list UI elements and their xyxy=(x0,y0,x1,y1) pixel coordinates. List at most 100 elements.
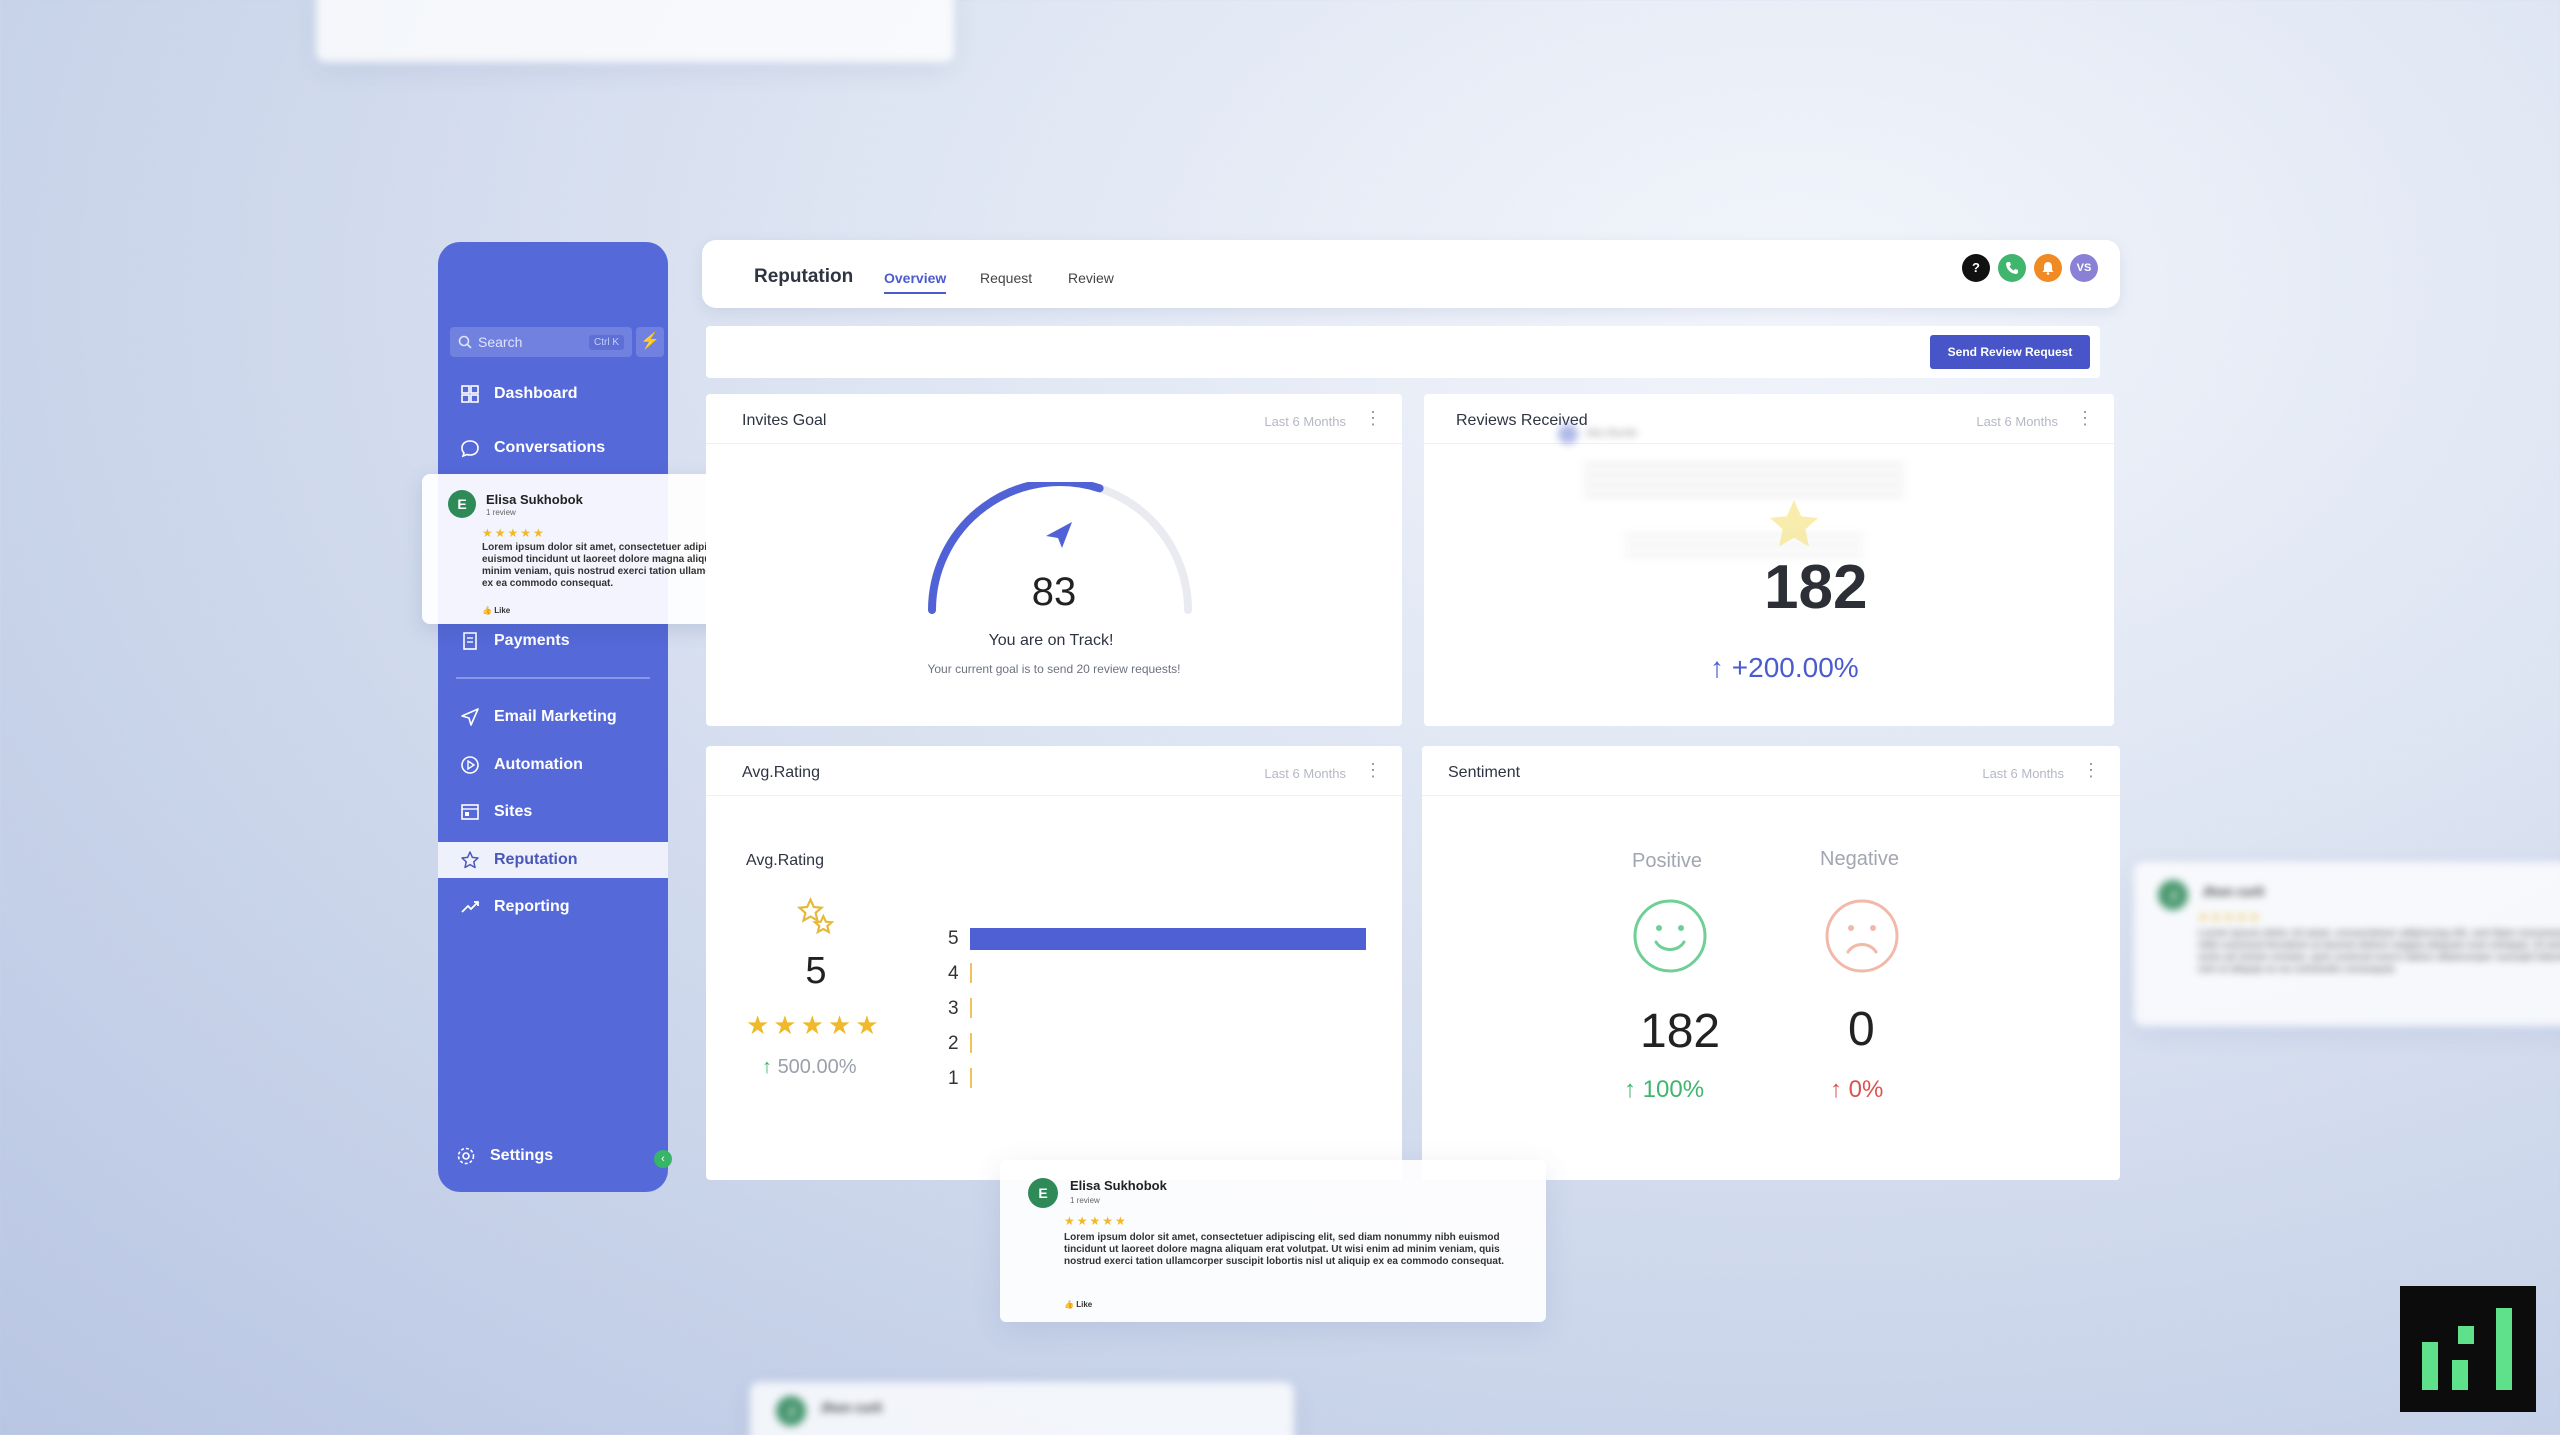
sidebar-item-conversations[interactable]: Conversations xyxy=(438,430,668,466)
send-icon xyxy=(461,708,479,726)
help-button[interactable]: ? xyxy=(1962,254,1990,282)
reviewer-avatar xyxy=(1558,424,1578,444)
reviewer-name: Alex Bumbi xyxy=(1586,428,1637,439)
goal-caption: Your current goal is to send 20 review r… xyxy=(927,662,1181,676)
rating-tick-label: 1 xyxy=(948,1068,959,1089)
negative-label: Negative xyxy=(1820,848,1899,870)
sidebar: Search Ctrl K ⚡ Dashboard Conversations … xyxy=(438,242,672,1192)
date-range[interactable]: Last 6 Months xyxy=(1982,766,2064,781)
reviewer-name: Jhon curli xyxy=(820,1400,883,1415)
change-value: +200.00% xyxy=(1731,652,1859,683)
like-label: Like xyxy=(494,606,511,615)
sidebar-item-settings[interactable]: Settings xyxy=(438,1138,668,1174)
avg-rating-change: ↑ 500.00% xyxy=(762,1056,857,1079)
date-range[interactable]: Last 6 Months xyxy=(1264,414,1346,429)
bar-logo-icon xyxy=(2422,1308,2512,1390)
user-avatar[interactable]: VS xyxy=(2070,254,2098,282)
thumbs-up-icon: 👍 xyxy=(482,606,492,615)
chevron-left-icon: ‹ xyxy=(661,1153,665,1165)
change-value: 0% xyxy=(1848,1076,1884,1103)
sidebar-item-dashboard[interactable]: Dashboard xyxy=(438,376,668,412)
paper-plane-icon xyxy=(1046,522,1072,548)
date-range[interactable]: Last 6 Months xyxy=(1264,766,1346,781)
negative-value: 0 xyxy=(1848,1003,1875,1056)
dashboard-icon xyxy=(461,385,479,403)
rating-tick-label: 5 xyxy=(948,928,959,949)
rating-bar xyxy=(970,1033,972,1053)
positive-value: 182 xyxy=(1640,1005,1721,1058)
top-bar: Reputation Overview Request Review ? VS xyxy=(702,240,2120,308)
stars-badge-icon xyxy=(796,896,835,935)
quick-add-button[interactable]: ⚡ xyxy=(636,327,664,357)
review-text: Lorem ipsum dolor sit amet, consectetuer… xyxy=(1064,1232,1505,1267)
card-header: Sentiment Last 6 Months ⋮ xyxy=(1422,746,2120,796)
sidebar-item-reputation[interactable]: Reputation xyxy=(438,842,668,878)
search-placeholder: Search xyxy=(478,334,523,350)
sidebar-divider xyxy=(456,677,650,679)
phone-button[interactable] xyxy=(1998,254,2026,282)
star-badge-icon xyxy=(1770,500,1818,547)
tab-overview[interactable]: Overview xyxy=(884,270,947,294)
action-bar: Send Review Request xyxy=(706,326,2100,378)
reviewer-avatar: E xyxy=(1028,1178,1058,1208)
reviewer-avatar: J xyxy=(2158,880,2188,910)
sites-icon xyxy=(461,804,479,820)
sidebar-item-label: Sites xyxy=(494,803,533,820)
rating-bar xyxy=(970,998,972,1018)
arrow-up-icon: ↑ xyxy=(762,1056,772,1078)
background-review-card-bottom: J Jhon curli xyxy=(750,1382,1294,1435)
sidebar-item-label: Settings xyxy=(490,1147,554,1164)
reviewer-review-count: 1 review xyxy=(1070,1196,1100,1205)
rating-bar xyxy=(970,928,1366,950)
avg-rating-subtitle: Avg.Rating xyxy=(746,852,824,869)
background-review-card-top xyxy=(316,0,954,62)
date-range[interactable]: Last 6 Months xyxy=(1976,414,2058,429)
star-icon xyxy=(461,851,479,869)
automation-icon xyxy=(461,756,479,774)
send-review-request-button[interactable]: Send Review Request xyxy=(1930,335,2090,369)
search-input[interactable]: Search Ctrl K xyxy=(450,327,632,357)
reviews-received-change: ↑ +200.00% xyxy=(1710,652,1859,684)
brand-logo xyxy=(2400,1286,2536,1412)
card-title: Invites Goal xyxy=(742,412,827,429)
notifications-button[interactable] xyxy=(2034,254,2062,282)
invites-goal-card: Invites Goal Last 6 Months ⋮ 83 You are … xyxy=(706,394,1402,726)
like-button[interactable]: 👍 Like xyxy=(482,606,510,615)
sad-face-icon xyxy=(1825,899,1899,973)
negative-change: ↑ 0% xyxy=(1830,1076,1883,1104)
rating-bar xyxy=(970,1068,972,1088)
arrow-up-icon: ↑ xyxy=(1624,1076,1636,1103)
sidebar-item-automation[interactable]: Automation xyxy=(438,747,668,783)
sidebar-item-label: Dashboard xyxy=(494,385,578,402)
sidebar-item-reporting[interactable]: Reporting xyxy=(438,889,668,925)
sidebar-item-label: Conversations xyxy=(494,439,606,456)
avg-rating-value: 5 xyxy=(805,950,827,992)
sidebar-item-label: Reporting xyxy=(494,898,570,915)
rating-tick-label: 4 xyxy=(948,963,959,984)
rating-stars: ★★★★★ xyxy=(2198,910,2262,924)
more-options-icon[interactable]: ⋮ xyxy=(2076,408,2094,429)
sidebar-item-payments[interactable]: Payments xyxy=(438,623,668,659)
phone-icon xyxy=(2006,262,2018,274)
more-options-icon[interactable]: ⋮ xyxy=(2082,760,2100,781)
like-button[interactable]: 👍 Like xyxy=(1064,1300,1092,1309)
sidebar-item-email-marketing[interactable]: Email Marketing xyxy=(438,699,668,735)
review-text: Lorem ipsum dolor sit amet, consectetuer… xyxy=(2198,928,2560,975)
more-options-icon[interactable]: ⋮ xyxy=(1364,760,1382,781)
change-value: 500.00% xyxy=(777,1056,857,1078)
card-title: Sentiment xyxy=(1448,764,1521,781)
arrow-up-icon: ↑ xyxy=(1830,1076,1842,1103)
chat-icon xyxy=(461,440,479,458)
goal-status: You are on Track! xyxy=(988,632,1114,649)
card-header: Invites Goal Last 6 Months ⋮ xyxy=(706,394,1402,444)
sidebar-item-sites[interactable]: Sites xyxy=(438,794,668,830)
tab-review[interactable]: Review xyxy=(1068,270,1114,286)
tab-request[interactable]: Request xyxy=(980,270,1032,286)
search-shortcut: Ctrl K xyxy=(589,334,624,350)
reviews-received-card: Reviews Received Last 6 Months ⋮ Alex Bu… xyxy=(1424,394,2114,726)
background-review-card-right: J Jhon curli ★★★★★ Lorem ipsum dolor sit… xyxy=(2134,862,2560,1026)
change-value: 100% xyxy=(1642,1076,1705,1103)
more-options-icon[interactable]: ⋮ xyxy=(1364,408,1382,429)
payments-icon xyxy=(463,632,477,650)
collapse-sidebar-button[interactable]: ‹ xyxy=(654,1150,672,1168)
